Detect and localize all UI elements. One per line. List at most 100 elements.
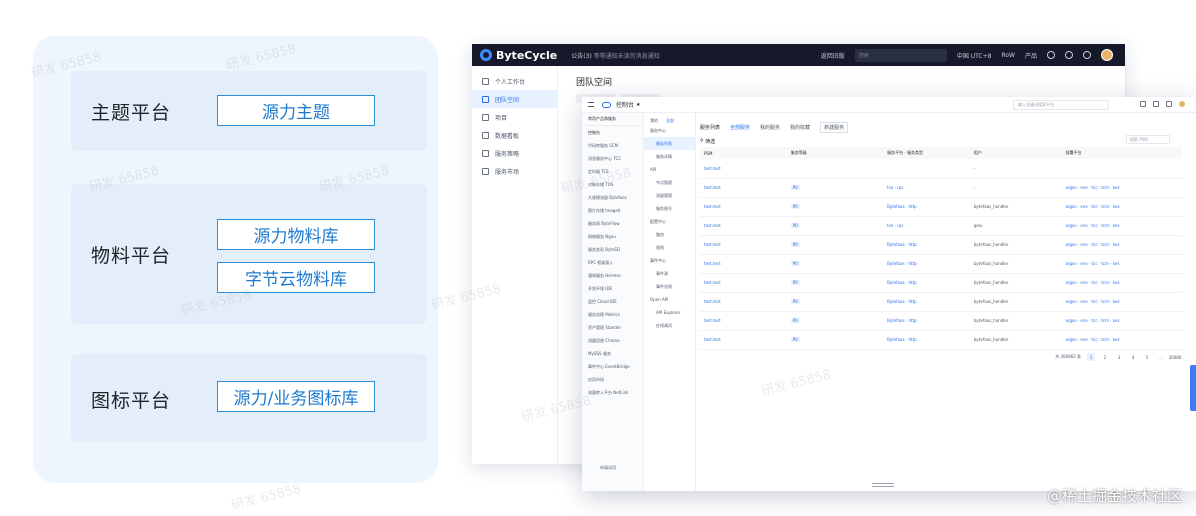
sidebar-item-project[interactable]: 项目 <box>472 108 557 126</box>
sub-menu-item[interactable]: 规则 <box>644 241 695 254</box>
sidebar-item-dashboard[interactable]: 数据看板 <box>472 126 557 144</box>
product-menu-item[interactable]: MySQL 服务 <box>582 347 643 360</box>
product-menu-item[interactable]: 定时器 TCE <box>582 165 643 178</box>
deploy-platforms[interactable]: argos · env · tcc · tcm · kes <box>1065 318 1119 323</box>
product-menu-item[interactable]: 大规模流量 Bytefaas <box>582 191 643 204</box>
deploy-platforms[interactable]: argos · env · tcc · tcm · kes <box>1065 204 1119 209</box>
sub-menu-item[interactable]: 事件总线 <box>644 280 695 293</box>
product-menu-item[interactable]: 通知服务 Hermes <box>582 269 643 282</box>
brand-logo[interactable]: ByteCycle <box>480 49 557 62</box>
sub-menu-item[interactable]: 节点管理 <box>644 176 695 189</box>
psm-link[interactable]: test.test <box>704 166 721 171</box>
product-menu-item[interactable]: 服务发现 ByteSD <box>582 243 643 256</box>
product-menu-item[interactable]: 消息服务中心 TCC <box>582 152 643 165</box>
tab-my-services[interactable]: 我的服务 <box>760 124 780 131</box>
sidebar-item-team[interactable]: 团队空间 <box>472 90 557 108</box>
sub-menu-group[interactable]: 配置中心 <box>644 215 695 228</box>
deploy-platforms[interactable]: argos · env · tcc · tcm · kes <box>1065 299 1119 304</box>
product-menu-item[interactable]: 流量转入平台 NetLink <box>582 386 643 399</box>
nav-link[interactable]: 返回旧版 <box>821 51 845 60</box>
grid-icon[interactable] <box>1140 101 1146 107</box>
table-row[interactable]: test.test - <box>700 159 1182 179</box>
sub-menu-item[interactable]: 路由 <box>644 228 695 241</box>
tab-all-services[interactable]: 全部服务 <box>730 124 750 131</box>
sub-menu-group[interactable]: Open API <box>644 293 695 306</box>
sub-menu-group[interactable]: 服务中心 <box>644 124 695 137</box>
deploy-platforms[interactable]: argos · env · tcc · tcm · kes <box>1065 337 1119 342</box>
nav-link[interactable]: 中国 UTC+8 <box>957 51 992 60</box>
sub-menu-group[interactable]: API <box>644 163 695 176</box>
table-row[interactable]: test.test P0 Bytefaas · http bytefaas_handl… <box>700 273 1182 293</box>
psm-link[interactable]: test.test <box>704 223 721 228</box>
product-menu-item[interactable]: 监控 Cloud IDE <box>582 295 643 308</box>
psm-link[interactable]: test.test <box>704 242 721 247</box>
sub-menu-item[interactable]: 事件源 <box>644 267 695 280</box>
page-number[interactable]: 3 <box>1115 353 1123 361</box>
tab-all[interactable]: 全部 <box>666 118 674 124</box>
deploy-platforms[interactable]: argos · env · tcc · tcm · kes <box>1065 242 1119 247</box>
avatar[interactable] <box>1101 49 1113 61</box>
product-menu-item[interactable]: 图片存储 ImageX <box>582 204 643 217</box>
sub-menu-item[interactable]: 流量管理 <box>644 189 695 202</box>
sidebar-item-workbench[interactable]: 个人工作台 <box>472 72 557 90</box>
sub-menu-item[interactable]: 服务详情 <box>644 150 695 163</box>
nav-link[interactable]: 产品 <box>1025 51 1037 60</box>
psm-link[interactable]: test.test <box>704 185 721 190</box>
star-icon[interactable]: ★ <box>636 102 640 108</box>
table-row[interactable]: test.test P0 Bytefaas · http bytefaas_handl… <box>700 311 1182 331</box>
tab-favorites[interactable]: 我的收藏 <box>790 124 810 131</box>
global-search-input[interactable]: 搜索 <box>854 48 947 62</box>
psm-link[interactable]: test.test <box>704 280 721 285</box>
page-number[interactable]: 1 <box>1087 353 1095 361</box>
psm-link[interactable]: test.test <box>704 337 721 342</box>
platform-tag[interactable]: 源力主题 <box>217 95 375 126</box>
settings-icon[interactable] <box>1166 101 1172 107</box>
product-menu-item[interactable]: 网络服务 Ngou <box>582 230 643 243</box>
drag-handle-icon[interactable] <box>872 483 894 487</box>
psm-link[interactable]: test.test <box>704 261 721 266</box>
deploy-platforms[interactable]: argos · env · tcc · tcm · kes <box>1065 223 1119 228</box>
globe-icon[interactable] <box>1083 51 1091 59</box>
sidebar-item-market[interactable]: 服务市场 <box>472 162 557 180</box>
table-row[interactable]: test.test P0 Bytefaas · http bytefaas_handl… <box>700 330 1182 350</box>
product-menu-item[interactable]: 服务治理 Metrics <box>582 308 643 321</box>
product-menu-item[interactable]: 事件中心 EventBridge <box>582 360 643 373</box>
sub-menu-item[interactable]: 服务列表 <box>644 137 695 150</box>
sub-menu-item[interactable]: 在线调试 <box>644 319 695 332</box>
table-row[interactable]: test.test P0 tce · rpc golu argos · env · tc… <box>700 216 1182 236</box>
avatar[interactable] <box>1179 101 1185 107</box>
sub-menu-item[interactable]: API Explorer <box>644 306 695 319</box>
psm-link[interactable]: test.test <box>704 204 721 209</box>
product-menu-item[interactable]: 服务网 ByteFlow <box>582 217 643 230</box>
table-row[interactable]: test.test P0 Bytefaas · http bytefaas_handl… <box>700 197 1182 217</box>
product-menu-item[interactable]: 控制台 <box>582 126 643 139</box>
product-menu-item[interactable]: 对象存储 TOS <box>582 178 643 191</box>
product-menu-item[interactable]: 开发环境 IDE <box>582 282 643 295</box>
table-row[interactable]: test.test P0 Bytefaas · http bytefaas_handl… <box>700 235 1182 255</box>
table-row[interactable]: test.test P0 Bytefaas · http bytefaas_handl… <box>700 254 1182 274</box>
sidebar-item-strategy[interactable]: 服务策略 <box>472 144 557 162</box>
deploy-platforms[interactable]: argos · env · tcc · tcm · kes <box>1065 280 1119 285</box>
product-menu-item[interactable]: 应用市场 <box>582 373 643 386</box>
sub-menu-item[interactable]: 服务账号 <box>644 202 695 215</box>
table-row[interactable]: test.test P0 tce · rpc - argos · env · tcc ·… <box>700 178 1182 198</box>
new-service-button[interactable]: 新建服务 <box>820 121 849 133</box>
psm-search-input[interactable]: 搜索 PSM <box>1126 135 1170 144</box>
sub-menu-group[interactable]: 事件中心 <box>644 254 695 267</box>
deploy-platforms[interactable]: argos · env · tcc · tcm · kes <box>1065 185 1119 190</box>
platform-tag[interactable]: 字节云物料库 <box>217 262 375 293</box>
product-menu-header[interactable]: 常用产品和服务 <box>582 113 643 126</box>
page-number[interactable]: 2 <box>1101 353 1109 361</box>
deploy-platforms[interactable]: argos · env · tcc · tcm · kes <box>1065 261 1119 266</box>
platform-tag[interactable]: 源力/业务图标库 <box>217 381 375 412</box>
console-search-input[interactable]: 输入关键词搜索平台 <box>1013 100 1109 110</box>
product-menu-item[interactable]: 代码库服务 SCM <box>582 139 643 152</box>
psm-link[interactable]: test.test <box>704 299 721 304</box>
nav-link[interactable]: RoW <box>1001 52 1015 59</box>
page-number[interactable]: 5 <box>1143 353 1151 361</box>
notice-bar[interactable]: 公告(3) 等等通知未读的消息通知 <box>571 51 659 60</box>
page-number[interactable]: 30086 <box>1169 353 1182 361</box>
bell-icon[interactable] <box>1047 51 1055 59</box>
tab-mine[interactable]: 我的 <box>650 118 658 124</box>
product-menu-item[interactable]: RPC 框架接入 <box>582 256 643 269</box>
